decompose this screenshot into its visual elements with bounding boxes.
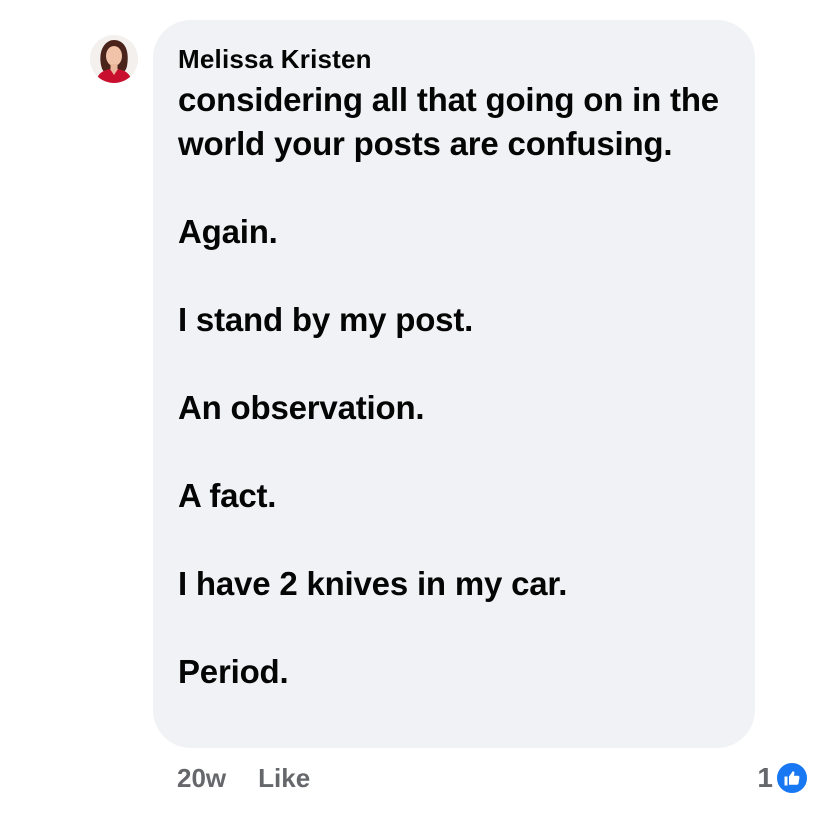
avatar[interactable] <box>90 35 138 83</box>
comment: Melissa Kristen considering all that goi… <box>0 0 831 820</box>
comment-paragraph: considering all that going on in the wor… <box>178 81 719 162</box>
comment-actions: 20w Like <box>177 758 310 798</box>
comment-paragraph: An observation. <box>178 389 425 426</box>
comment-paragraph: A fact. <box>178 477 277 514</box>
avatar-image <box>90 35 138 83</box>
comment-paragraph: I have 2 knives in my car. <box>178 565 568 602</box>
comment-text: considering all that going on in the wor… <box>178 78 731 694</box>
comment-paragraph: Again. <box>178 213 278 250</box>
comment-timestamp[interactable]: 20w <box>177 763 226 794</box>
like-thumb-icon <box>775 761 809 795</box>
comment-paragraph: I stand by my post. <box>178 301 474 338</box>
comment-paragraph: Period. <box>178 653 289 690</box>
like-button[interactable]: Like <box>258 763 310 794</box>
reaction-count: 1 <box>757 762 773 793</box>
comment-bubble: Melissa Kristen considering all that goi… <box>153 20 755 748</box>
reaction-summary[interactable]: 1 <box>757 758 809 798</box>
comment-author[interactable]: Melissa Kristen <box>178 44 731 74</box>
